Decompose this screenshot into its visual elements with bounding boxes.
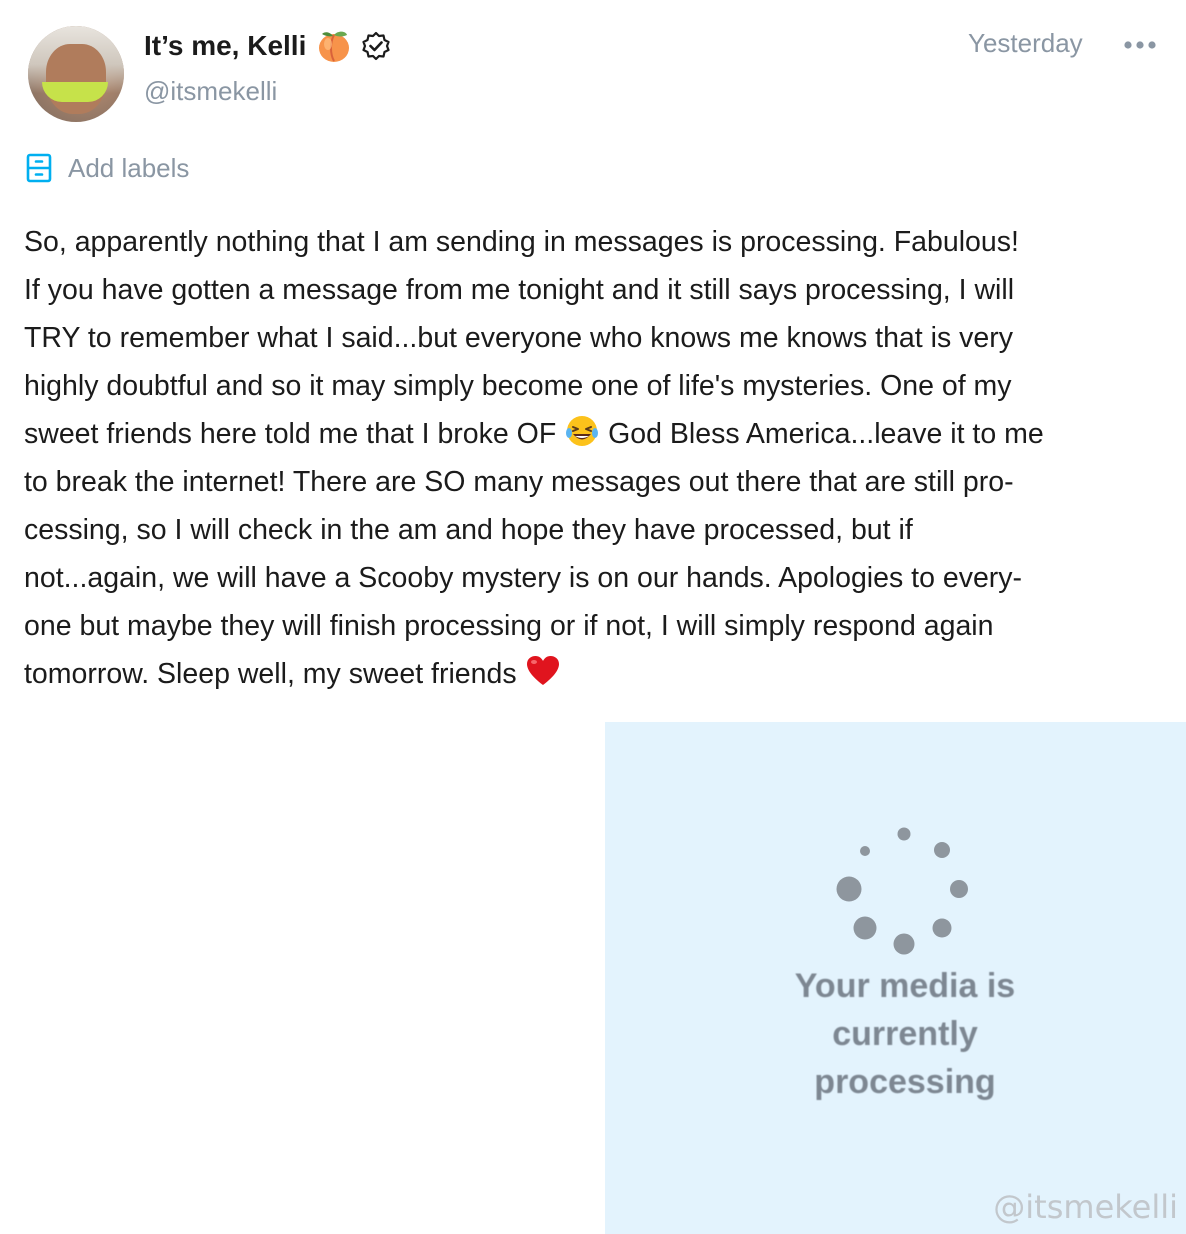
more-options-icon[interactable] <box>1120 28 1160 62</box>
post-body-line: highly doubtful and so it may simply bec… <box>24 370 1012 402</box>
author-display-name[interactable]: It’s me, Kelli <box>144 30 306 62</box>
media-watermark: @itsmekelli <box>993 1188 1178 1226</box>
processing-message-line: processing <box>814 1063 996 1101</box>
post-body-line: cessing, so I will check in the am and h… <box>24 514 913 546</box>
post-body-text: God Bless America...leave it to me <box>608 418 1044 450</box>
post-body-line: TRY to remember what I said...but everyo… <box>24 322 1013 354</box>
verified-badge-icon <box>360 30 392 62</box>
post-body-text: tomorrow. Sleep well, my sweet friends <box>24 658 517 690</box>
author-display-name-row[interactable]: It’s me, Kelli <box>144 26 392 66</box>
author-handle[interactable]: @itsmekelli <box>144 76 277 107</box>
processing-message-line: Your media is <box>794 967 1016 1005</box>
tears-of-joy-emoji-icon <box>564 413 600 449</box>
post-body-line: If you have gotten a message from me ton… <box>24 274 1015 306</box>
red-heart-emoji-icon <box>525 653 561 689</box>
post-body-line: not...again, we will have a Scooby myste… <box>24 562 1023 594</box>
avatar-swimsuit <box>42 82 108 102</box>
processing-message-line: currently <box>832 1015 978 1053</box>
label-icon <box>26 153 52 183</box>
post-body-line: one but maybe they will finish processin… <box>24 610 994 642</box>
post-body: So, apparently nothing that I am sending… <box>24 218 1174 698</box>
post-body-line: to break the internet! There are SO many… <box>24 466 1014 498</box>
post-timestamp: Yesterday <box>968 28 1083 58</box>
processing-message: Your media is currently processing <box>605 962 1186 1106</box>
add-labels-label: Add labels <box>68 152 190 183</box>
peach-icon <box>316 28 352 64</box>
media-processing-placeholder[interactable]: Your media is currently processing @itsm… <box>605 722 1186 1234</box>
post-body-line-with-emoji: sweet friends here told me that I broke … <box>24 410 1174 458</box>
add-labels-button[interactable]: Add labels <box>26 150 189 186</box>
loading-spinner-icon <box>825 822 985 962</box>
post-body-text: sweet friends here told me that I broke … <box>24 418 557 450</box>
avatar-figure <box>46 44 106 114</box>
post-body-line: So, apparently nothing that I am sending… <box>24 226 1019 258</box>
post-body-line-with-emoji: tomorrow. Sleep well, my sweet friends <box>24 650 1174 698</box>
author-avatar[interactable] <box>28 26 124 122</box>
